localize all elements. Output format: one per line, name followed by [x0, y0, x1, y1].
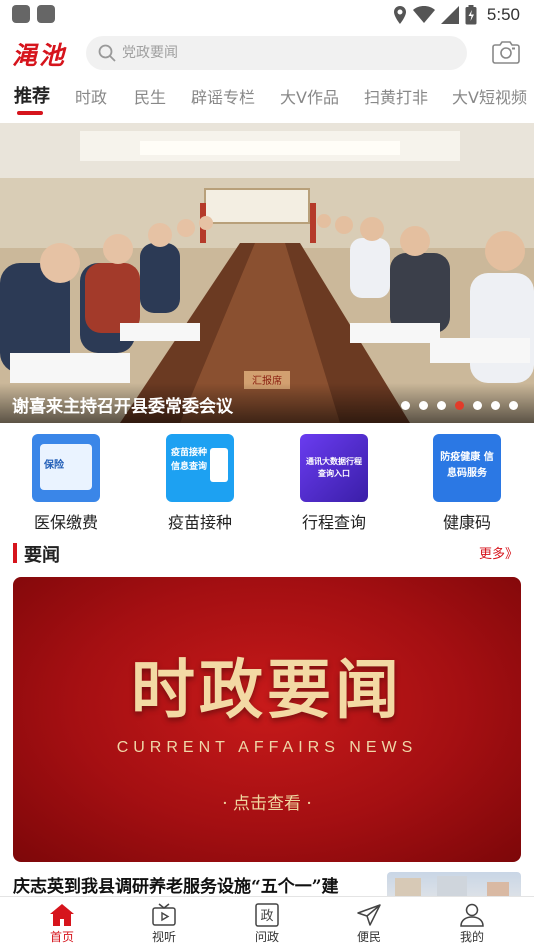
signal-icon [440, 6, 459, 24]
camera-icon[interactable] [492, 39, 520, 65]
more-link[interactable]: 更多》 [479, 543, 518, 562]
carousel-dots [401, 401, 518, 410]
tab-livelihood[interactable]: 民生 [134, 84, 166, 108]
tv-icon [152, 903, 176, 926]
service-vaccination[interactable]: 疫苗接种 信息查询 疫苗接种 [150, 434, 250, 534]
carousel-dot[interactable] [455, 401, 464, 410]
section-accent-bar [13, 543, 17, 563]
banner-carousel[interactable]: 汇报席 谢喜来主持召开县委常委会议 [0, 123, 534, 423]
tab-politics[interactable]: 时政 [75, 84, 107, 108]
carousel-dot[interactable] [437, 401, 446, 410]
article-thumbnail[interactable] [387, 872, 521, 896]
wifi-icon [412, 6, 435, 23]
feature-card[interactable]: 时政要闻 CURRENT AFFAIRS NEWS · 点击查看 · [13, 577, 521, 862]
tab-rumor-refute[interactable]: 辟谣专栏 [191, 84, 255, 108]
health-code-icon: 防疫健康 信息码服务 [433, 434, 501, 502]
service-health-code[interactable]: 防疫健康 信息码服务 健康码 [417, 434, 517, 534]
tab-bigv-videos[interactable]: 大V短视频 [452, 84, 527, 108]
nav-label: 视听 [151, 930, 176, 944]
nav-label: 首页 [49, 930, 74, 944]
carousel-dot[interactable] [419, 401, 428, 410]
tab-bigv-works[interactable]: 大V作品 [280, 84, 339, 108]
nav-home[interactable]: 首页 [32, 901, 92, 949]
article-title[interactable]: 庆志英到我县调研养老服务设施“五个一”建 [13, 872, 375, 896]
feature-cta[interactable]: · 点击查看 · [13, 789, 521, 814]
service-label: 行程查询 [301, 513, 366, 532]
service-label: 医保缴费 [33, 513, 98, 532]
service-medical-insurance[interactable]: 保险 医保缴费 [16, 434, 116, 534]
active-tab-indicator [17, 111, 43, 115]
search-icon [98, 44, 116, 62]
location-icon [393, 6, 406, 24]
quick-services: 保险 医保缴费 疫苗接种 信息查询 疫苗接种 通讯大数据行程 查询入口 行程查询… [0, 430, 534, 534]
battery-icon [465, 5, 477, 25]
feature-title: 时政要闻 [131, 653, 403, 728]
service-itinerary[interactable]: 通讯大数据行程 查询入口 行程查询 [284, 434, 384, 534]
notification-icon [37, 5, 55, 23]
tab-recommend[interactable]: 推荐 [14, 82, 50, 108]
status-bar: 5:50 [0, 0, 534, 30]
banner-title[interactable]: 谢喜来主持召开县委常委会议 [12, 392, 233, 417]
carousel-dot[interactable] [509, 401, 518, 410]
service-label: 疫苗接种 [167, 513, 232, 532]
svg-text:政: 政 [260, 909, 273, 924]
feature-subtitle: CURRENT AFFAIRS NEWS [116, 739, 418, 756]
carousel-dot[interactable] [401, 401, 410, 410]
clock: 5:50 [486, 5, 520, 24]
notification-icon [12, 5, 30, 23]
medical-insurance-icon: 保险 [32, 434, 100, 502]
carousel-dot[interactable] [491, 401, 500, 410]
app-logo: 渑池 [12, 41, 67, 70]
carousel-dot[interactable] [473, 401, 482, 410]
section-title: 要闻 [24, 545, 60, 566]
article-item[interactable]: 庆志英到我县调研养老服务设施“五个一”建 [0, 870, 534, 896]
search-bar[interactable] [86, 36, 467, 70]
send-icon [357, 904, 381, 926]
service-label: 健康码 [442, 513, 491, 532]
vaccination-icon: 疫苗接种 信息查询 [166, 434, 234, 502]
bottom-navigation: 首页 视听 政 问政 便民 我的 [0, 896, 534, 950]
nav-profile[interactable]: 我的 [442, 901, 502, 949]
itinerary-icon: 通讯大数据行程 查询入口 [300, 434, 368, 502]
search-input[interactable] [122, 36, 452, 70]
news-section-header: 要闻 更多》 [0, 538, 534, 568]
nav-label: 问政 [254, 930, 279, 944]
nav-label: 我的 [459, 930, 484, 944]
nav-service[interactable]: 便民 [339, 901, 399, 949]
tab-anti-porn[interactable]: 扫黄打非 [364, 84, 428, 108]
banner-photo: 汇报席 [0, 123, 534, 423]
nav-video[interactable]: 视听 [134, 901, 194, 949]
politics-icon: 政 [255, 903, 279, 927]
app-header: 渑池 [0, 30, 534, 76]
nav-politics[interactable]: 政 问政 [237, 901, 297, 949]
home-icon [50, 904, 74, 926]
user-icon [460, 903, 484, 927]
category-tabs: 推荐 时政 民生 辟谣专栏 大V作品 扫黄打非 大V短视频 [0, 76, 534, 122]
nav-label: 便民 [356, 930, 381, 944]
